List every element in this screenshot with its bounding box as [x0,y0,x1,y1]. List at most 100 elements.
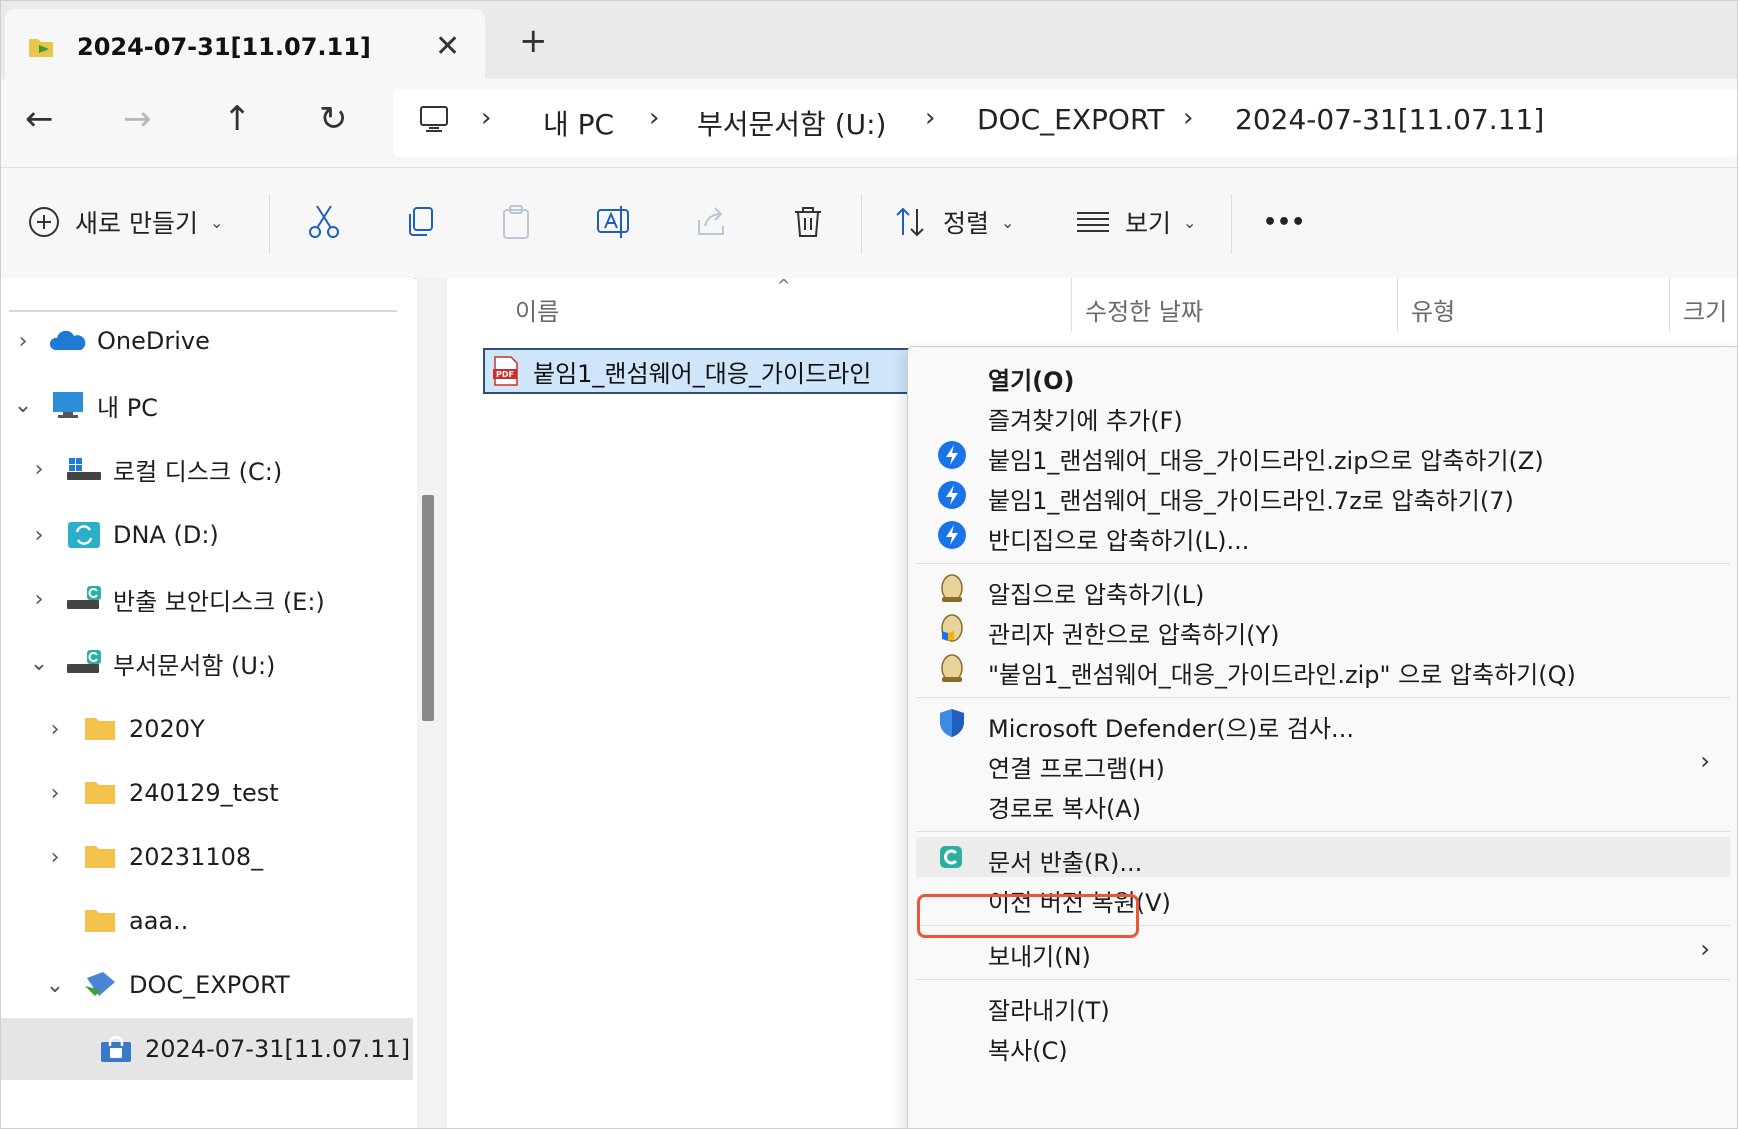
share-icon[interactable] [693,204,729,240]
tree-item-onedrive[interactable]: › OneDrive [11,318,210,364]
chevron-right-icon[interactable]: › [43,781,67,806]
bandizip-icon [938,481,966,509]
menu-item-copy-as-path[interactable]: 경로로 복사(A) [916,783,1730,823]
cut-icon[interactable] [307,204,341,240]
delete-icon[interactable] [791,204,825,240]
menu-item-compress-7z[interactable]: 붙임1_랜섬웨어_대응_가이드라인.7z로 압축하기(7) [916,475,1730,515]
alzip-egg-icon [941,654,963,682]
column-divider[interactable] [1669,278,1670,332]
tree-item-dna-d[interactable]: › DNA (D:) [27,512,219,558]
column-divider[interactable] [1397,278,1398,332]
rename-icon[interactable] [595,204,631,240]
chevron-right-icon[interactable]: › [43,717,67,742]
menu-item-open[interactable]: 열기(O) [916,355,1730,395]
sidebar-scrollbar-thumb[interactable] [422,495,434,721]
export-folder-icon [85,972,115,996]
column-header-name[interactable]: 이름 [515,292,559,327]
tree-item-department-docs-u[interactable]: ⌄ 부서문서함 (U:) [27,640,275,686]
menu-item-copy[interactable]: 복사(C) [916,1025,1730,1065]
menu-item-label: 잘라내기(T) [988,997,1110,1025]
menu-item-defender-scan[interactable]: Microsoft Defender(으)로 검사... [916,703,1730,743]
view-button[interactable]: 보기 ⌄ [1075,200,1196,244]
divider [861,194,862,254]
breadcrumb-current-folder[interactable]: 2024-07-31[11.07.11] [1235,103,1544,136]
menu-item-compress-alzip[interactable]: 알집으로 압축하기(L) [916,569,1730,609]
forward-button[interactable]: → [123,99,152,139]
sort-button[interactable]: 정렬 ⌄ [893,200,1014,244]
file-explorer-window: 2024-07-31[11.07.11] ✕ + ← → ↑ ↻ › 내 PC … [0,0,1738,1129]
chevron-right-icon[interactable]: › [43,845,67,870]
file-name: 붙임1_랜섬웨어_대응_가이드라인 [533,359,872,388]
up-button[interactable]: ↑ [223,99,252,139]
breadcrumb-department-docs[interactable]: 부서문서함 (U:) [697,103,886,143]
document-export-c-icon [940,846,962,868]
sort-indicator-icon: ^ [777,276,791,295]
tree-item-folder-2020y[interactable]: › 2020Y [43,706,205,752]
chevron-down-icon[interactable]: ⌄ [43,973,67,998]
tree-item-current-folder[interactable]: 2024-07-31[11.07.11] [1,1018,413,1080]
menu-item-label: 즐겨찾기에 추가(F) [988,407,1183,435]
tree-item-label: 부서문서함 (U:) [113,651,276,680]
tree-item-folder-240129-test[interactable]: › 240129_test [43,770,279,816]
chevron-right-icon: › [1700,935,1710,963]
menu-item-open-with[interactable]: 연결 프로그램(H) › [916,743,1730,783]
more-options-button[interactable]: ••• [1263,200,1305,244]
sort-button-label: 정렬 [943,209,990,238]
paste-icon[interactable] [499,204,533,240]
menu-item-compress-as-admin[interactable]: 관리자 권한으로 압축하기(Y) [916,609,1730,649]
column-header-modified[interactable]: 수정한 날짜 [1085,292,1203,327]
folder-icon [85,782,115,804]
chevron-right-icon[interactable]: › [27,587,51,612]
back-button[interactable]: ← [25,99,54,139]
tab-close-button[interactable]: ✕ [435,29,460,64]
tab-current-folder[interactable]: 2024-07-31[11.07.11] ✕ [5,9,485,87]
chevron-down-icon[interactable]: ⌄ [11,393,35,418]
chevron-right-icon[interactable]: › [11,329,35,354]
column-header-size[interactable]: 크기 [1683,292,1727,327]
menu-item-compress-bandizip[interactable]: 반디집으로 압축하기(L)... [916,515,1730,555]
breadcrumb-doc-export[interactable]: DOC_EXPORT [977,103,1164,136]
breadcrumb-my-pc[interactable]: 내 PC [543,103,614,143]
new-tab-button[interactable]: + [519,21,548,61]
tree-item-label: 20231108_ [129,843,264,871]
refresh-button[interactable]: ↻ [319,99,348,139]
menu-item-add-to-favorites[interactable]: 즐겨찾기에 추가(F) [916,395,1730,435]
tab-title: 2024-07-31[11.07.11] [77,33,371,61]
divider [269,194,270,254]
tree-item-label: DNA (D:) [113,521,219,549]
address-bar[interactable]: › 내 PC › 부서문서함 (U:) › DOC_EXPORT › 2024-… [393,89,1737,157]
folder-share-icon [29,39,53,57]
computer-icon [53,392,83,418]
menu-item-label: 연결 프로그램(H) [988,755,1165,783]
onedrive-cloud-icon [49,330,86,350]
chevron-right-icon[interactable]: › [27,523,51,548]
menu-item-compress-zip[interactable]: 붙임1_랜섬웨어_대응_가이드라인.zip으로 압축하기(Z) [916,435,1730,475]
tree-item-label: DOC_EXPORT [129,971,290,999]
menu-item-document-export[interactable]: 문서 반출(R)... [916,837,1730,877]
tree-item-export-secure-disk-e[interactable]: › 반출 보안디스크 (E:) [27,576,325,622]
file-row-selected[interactable]: PDF 붙임1_랜섬웨어_대응_가이드라인 [483,348,923,394]
menu-item-label: Microsoft Defender(으)로 검사... [988,715,1354,743]
menu-item-label: 붙임1_랜섬웨어_대응_가이드라인.7z로 압축하기(7) [988,487,1514,515]
chevron-right-icon[interactable]: › [27,457,51,482]
menu-item-cut[interactable]: 잘라내기(T) [916,985,1730,1025]
tree-item-folder-20231108[interactable]: › 20231108_ [43,834,264,880]
copy-icon[interactable] [403,204,437,240]
menu-item-label: 반디집으로 압축하기(L)... [988,527,1250,555]
menu-item-label: "붙임1_랜섬웨어_대응_가이드라인.zip" 으로 압축하기(Q) [988,661,1576,689]
tree-item-local-disk-c[interactable]: › 로컬 디스크 (C:) [27,446,283,492]
chevron-down-icon[interactable]: ⌄ [27,651,51,676]
sort-icon [896,207,924,237]
tree-item-doc-export[interactable]: ⌄ DOC_EXPORT [43,962,290,1008]
tree-item-my-pc[interactable]: ⌄ 내 PC [11,382,158,428]
new-button[interactable]: 새로 만들기 ⌄ [27,200,223,244]
column-header-type[interactable]: 유형 [1411,292,1455,327]
menu-item-compress-alzip-named[interactable]: "붙임1_랜섬웨어_대응_가이드라인.zip" 으로 압축하기(Q) [916,649,1730,689]
menu-separator [916,563,1730,564]
tab-strip: 2024-07-31[11.07.11] ✕ + [1,1,1737,87]
tree-item-label: 반출 보안디스크 (E:) [113,587,325,616]
navigation-bar: ← → ↑ ↻ › 내 PC › 부서문서함 (U:) › DOC_EXPORT… [1,79,1737,167]
menu-item-label: 붙임1_랜섬웨어_대응_가이드라인.zip으로 압축하기(Z) [988,447,1544,475]
column-divider[interactable] [1071,278,1072,332]
tree-item-folder-aaa[interactable]: aaa.. [43,898,188,944]
